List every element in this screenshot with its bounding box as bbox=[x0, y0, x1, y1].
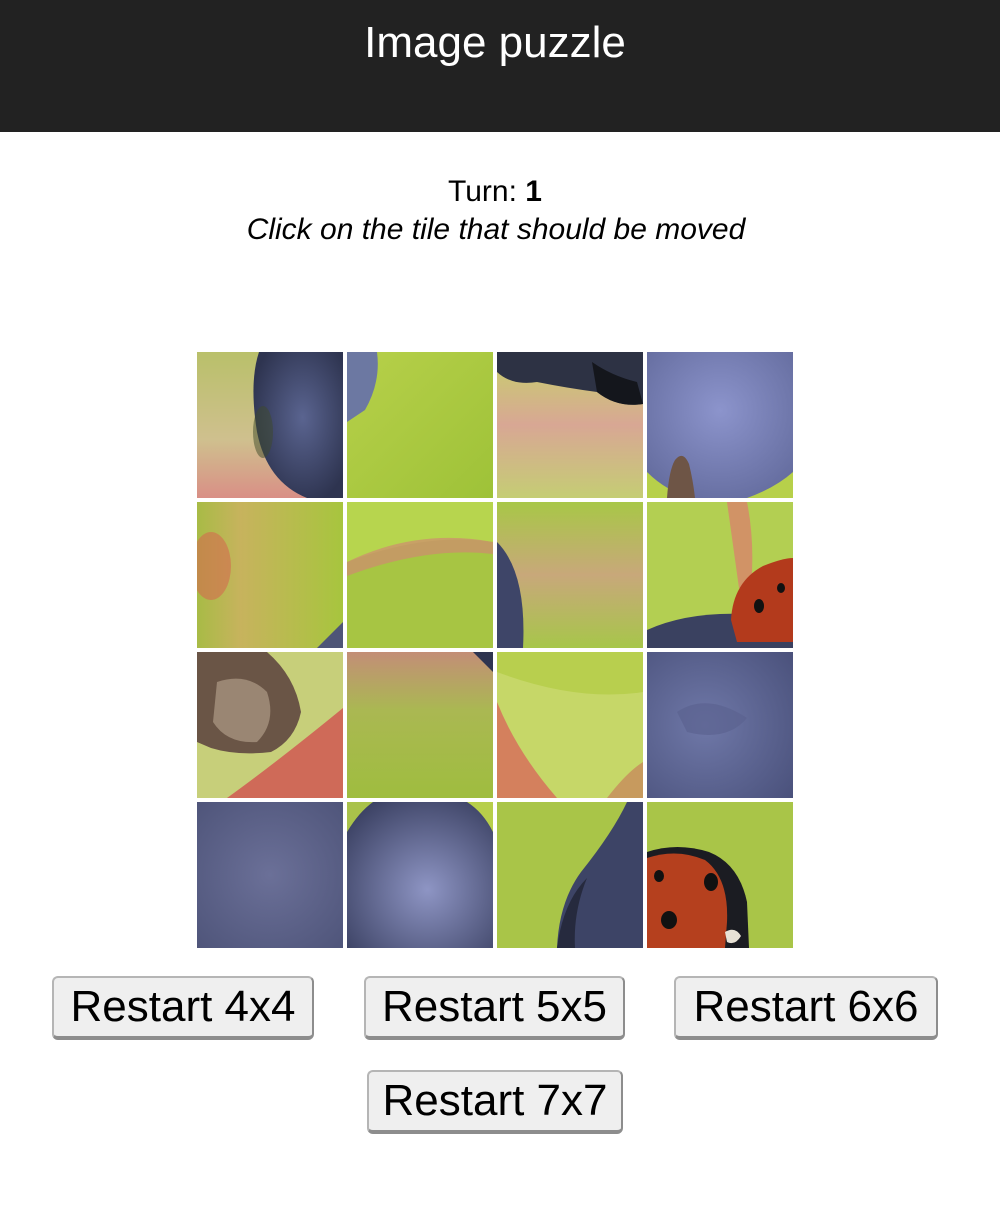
puzzle-tile[interactable] bbox=[197, 502, 343, 648]
app-header: Image puzzle bbox=[0, 0, 1000, 132]
puzzle-tile[interactable] bbox=[197, 352, 343, 498]
puzzle-tile[interactable] bbox=[497, 652, 643, 798]
turn-label: Turn: bbox=[448, 175, 517, 208]
restart-7x7-button[interactable]: Restart 7x7 bbox=[367, 1070, 623, 1134]
restart-6x6-button[interactable]: Restart 6x6 bbox=[674, 976, 938, 1040]
puzzle-tile[interactable] bbox=[647, 352, 793, 498]
turn-counter: Turn: 1 bbox=[0, 172, 990, 212]
puzzle-tile[interactable] bbox=[347, 502, 493, 648]
puzzle-tile[interactable] bbox=[647, 652, 793, 798]
puzzle-tile[interactable] bbox=[197, 652, 343, 798]
puzzle-tile[interactable] bbox=[197, 802, 343, 948]
puzzle-tile[interactable] bbox=[497, 502, 643, 648]
page-title: Image puzzle bbox=[364, 18, 626, 67]
puzzle-tile[interactable] bbox=[647, 502, 793, 648]
puzzle-board bbox=[197, 352, 793, 948]
turn-value: 1 bbox=[525, 175, 542, 208]
puzzle-tile[interactable] bbox=[497, 352, 643, 498]
puzzle-tile[interactable] bbox=[347, 652, 493, 798]
restart-4x4-button[interactable]: Restart 4x4 bbox=[52, 976, 314, 1040]
puzzle-tile[interactable] bbox=[647, 802, 793, 948]
puzzle-tile[interactable] bbox=[347, 352, 493, 498]
instruction-text: Click on the tile that should be moved bbox=[246, 213, 746, 246]
restart-5x5-button[interactable]: Restart 5x5 bbox=[364, 976, 625, 1040]
puzzle-tile[interactable] bbox=[497, 802, 643, 948]
puzzle-tile[interactable] bbox=[347, 802, 493, 948]
